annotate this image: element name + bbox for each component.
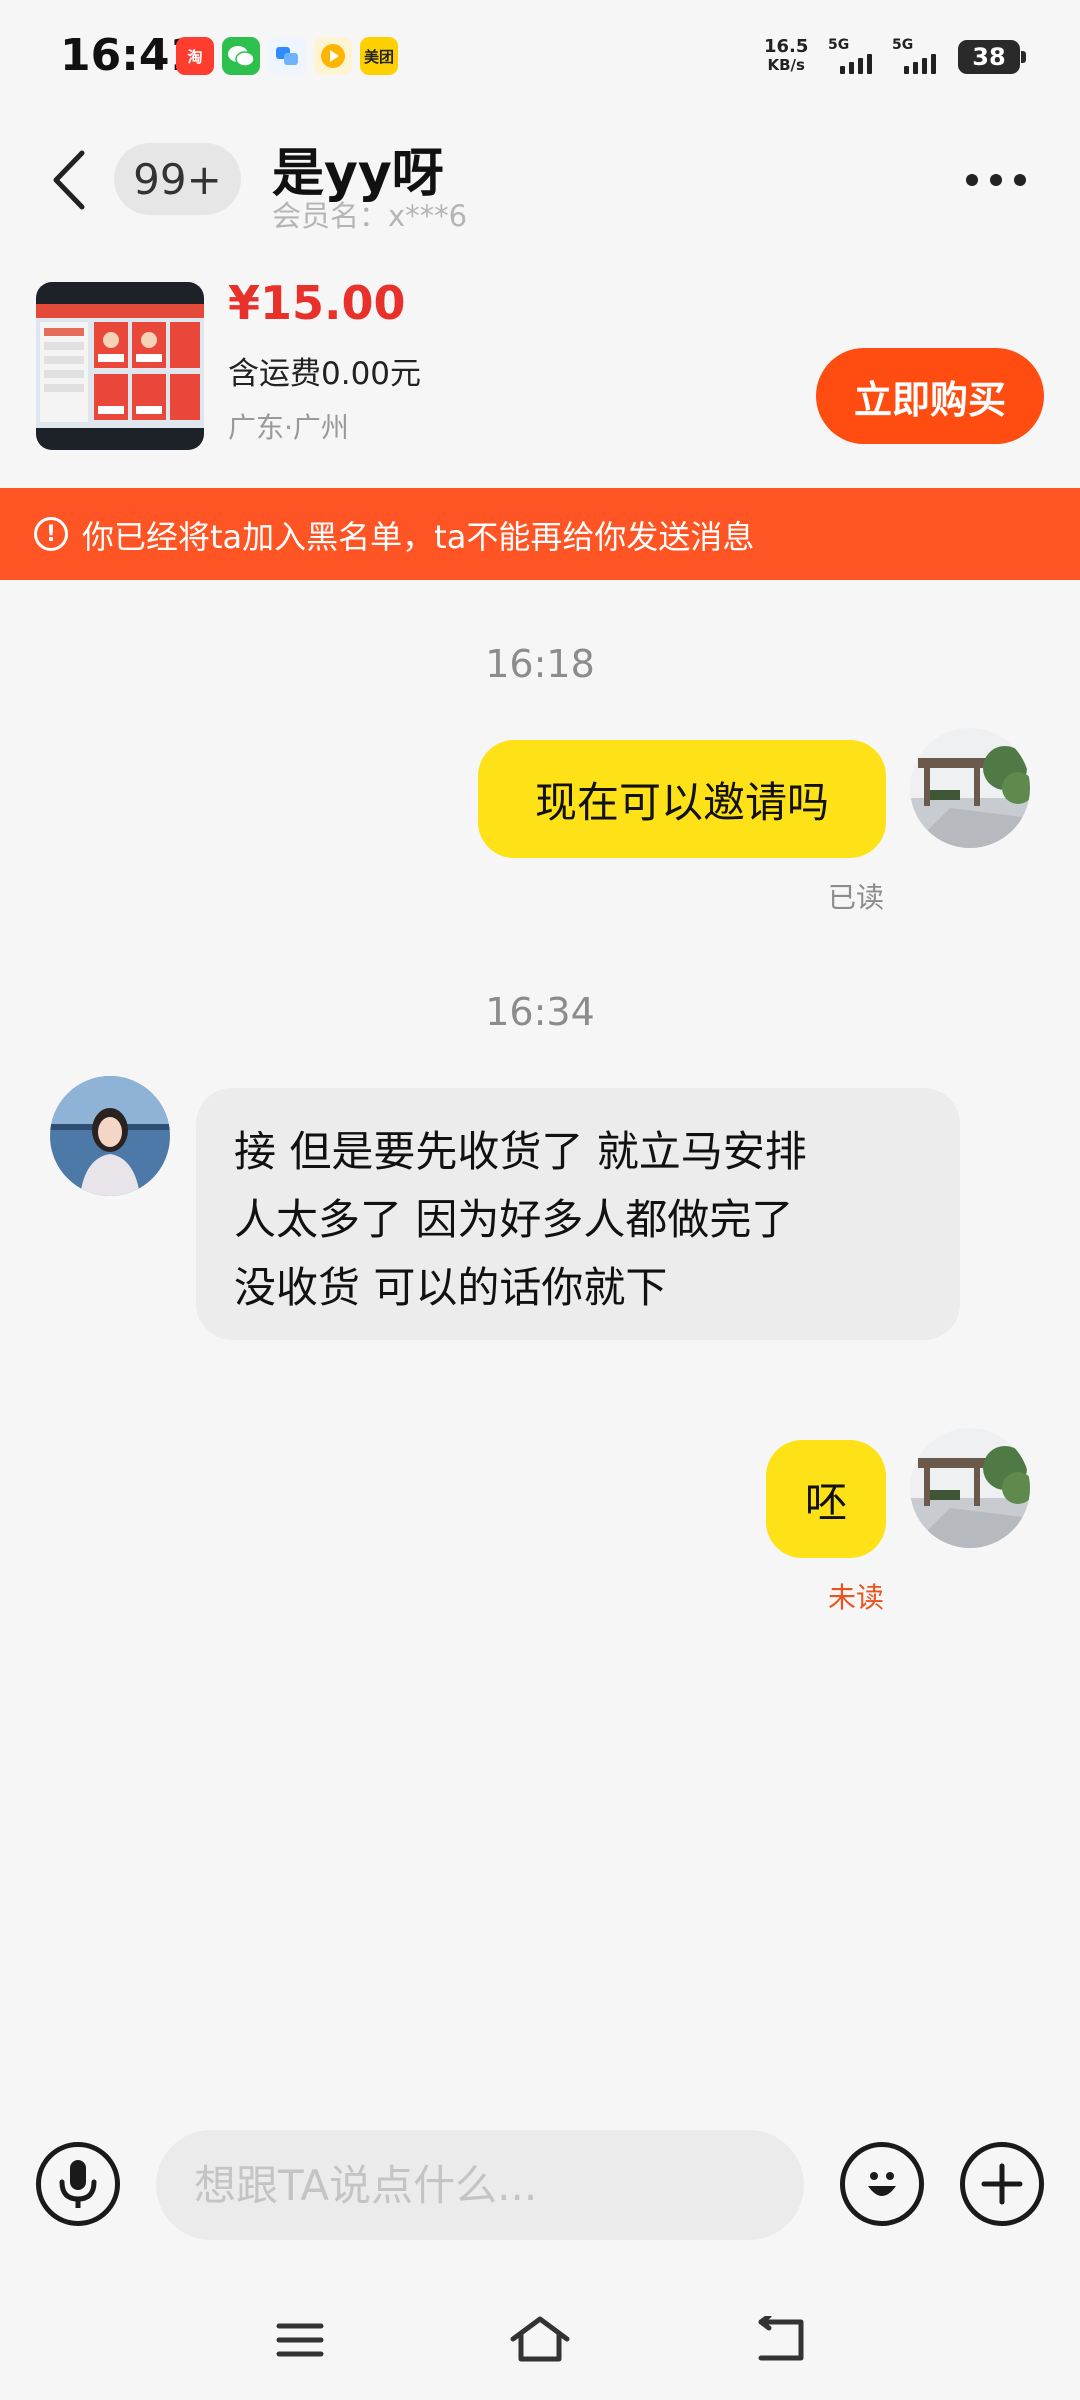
taobao-app-icon: 淘 bbox=[176, 37, 214, 75]
dot-icon bbox=[1014, 174, 1026, 186]
product-price: ¥15.00 bbox=[228, 276, 406, 330]
unread-status: 未读 bbox=[828, 1581, 885, 1614]
more-options-button[interactable] bbox=[966, 168, 1036, 192]
voice-input-button[interactable] bbox=[36, 2142, 120, 2226]
message-text: 现在可以邀请吗 bbox=[534, 777, 829, 827]
chevron-left-icon bbox=[53, 150, 85, 210]
buy-now-button[interactable]: 立即购买 bbox=[816, 348, 1044, 444]
return-icon bbox=[758, 2316, 804, 2361]
message-line: 没收货 可以的话你就下 bbox=[234, 1263, 668, 1312]
home-icon bbox=[510, 2316, 570, 2362]
more-actions-button[interactable] bbox=[960, 2142, 1044, 2226]
battery-level: 38 bbox=[972, 43, 1006, 71]
message-text: 呸 bbox=[804, 1477, 847, 1527]
wechat-app-icon bbox=[222, 37, 260, 75]
message-app-icon bbox=[268, 37, 306, 75]
contact-avatar[interactable] bbox=[50, 1076, 170, 1196]
banner-text: 你已经将ta加入黑名单，ta不能再给你发送消息 bbox=[82, 518, 755, 556]
warning-icon: ! bbox=[34, 517, 68, 551]
product-location: 广东·广州 bbox=[228, 411, 349, 444]
battery-icon: 38 bbox=[958, 40, 1026, 74]
blacklist-warning-banner: ! 你已经将ta加入黑名单，ta不能再给你发送消息 bbox=[0, 488, 1080, 580]
shipping-info: 含运费0.00元 bbox=[228, 356, 422, 392]
message-input[interactable] bbox=[156, 2130, 804, 2240]
back-button[interactable] bbox=[50, 145, 90, 215]
read-status: 已读 bbox=[828, 881, 885, 914]
home-nav-button[interactable] bbox=[500, 2305, 580, 2375]
emoji-icon bbox=[868, 2172, 896, 2196]
message-line: 接 但是要先收货了 就立马安排 bbox=[234, 1127, 807, 1176]
sim1-signal-icon: 5G bbox=[828, 38, 872, 74]
plus-icon bbox=[981, 2163, 1023, 2205]
dot-icon bbox=[990, 174, 1002, 186]
dot-icon bbox=[966, 174, 978, 186]
my-message-bubble[interactable]: 呸 bbox=[766, 1440, 886, 1558]
video-app-icon bbox=[314, 37, 352, 75]
menu-icon bbox=[276, 2323, 324, 2357]
menu-nav-button[interactable] bbox=[260, 2305, 340, 2375]
my-message-bubble[interactable]: 现在可以邀请吗 bbox=[478, 740, 886, 858]
unread-count-badge[interactable]: 99+ bbox=[114, 143, 241, 215]
microphone-icon bbox=[59, 2160, 97, 2208]
meituan-app-icon: 美团 bbox=[360, 37, 398, 75]
my-avatar[interactable] bbox=[910, 728, 1030, 848]
message-line: 人太多了 因为好多人都做完了 bbox=[234, 1195, 794, 1244]
message-timestamp: 16:34 bbox=[485, 990, 595, 1034]
contact-message-bubble[interactable]: 接 但是要先收货了 就立马安排 人太多了 因为好多人都做完了 没收货 可以的话你… bbox=[196, 1088, 960, 1340]
my-avatar[interactable] bbox=[910, 1428, 1030, 1548]
product-image[interactable] bbox=[36, 282, 204, 450]
network-speed: 16.5 KB/s bbox=[764, 36, 809, 74]
message-timestamp: 16:18 bbox=[485, 642, 595, 686]
sim2-signal-icon: 5G bbox=[892, 38, 936, 74]
back-nav-button[interactable] bbox=[740, 2305, 820, 2375]
emoji-button[interactable] bbox=[840, 2142, 924, 2226]
member-name: 会员名：x***6 bbox=[272, 199, 468, 233]
